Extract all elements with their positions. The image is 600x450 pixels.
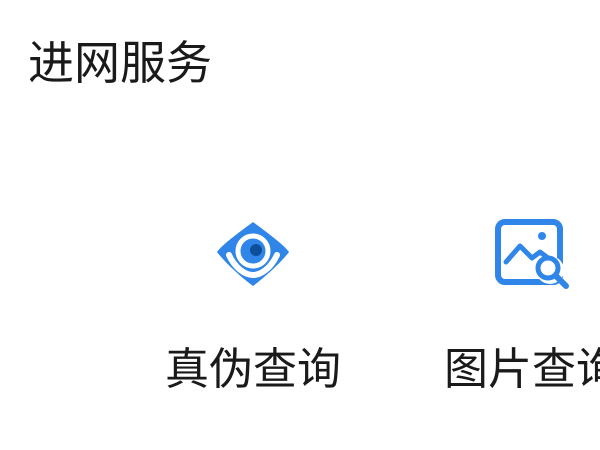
service-authenticity-check[interactable]: 真伪查询 [143, 200, 363, 410]
service-label: 真伪查询 [165, 344, 341, 395]
page: 进网服务 真伪查询 图片查询 [0, 0, 600, 450]
section-title: 进网服务 [28, 36, 212, 90]
image-search-icon [490, 210, 574, 294]
service-image-check[interactable]: 图片查询 [420, 200, 600, 410]
service-label: 图片查询 [444, 344, 600, 395]
eye-icon [211, 210, 295, 294]
